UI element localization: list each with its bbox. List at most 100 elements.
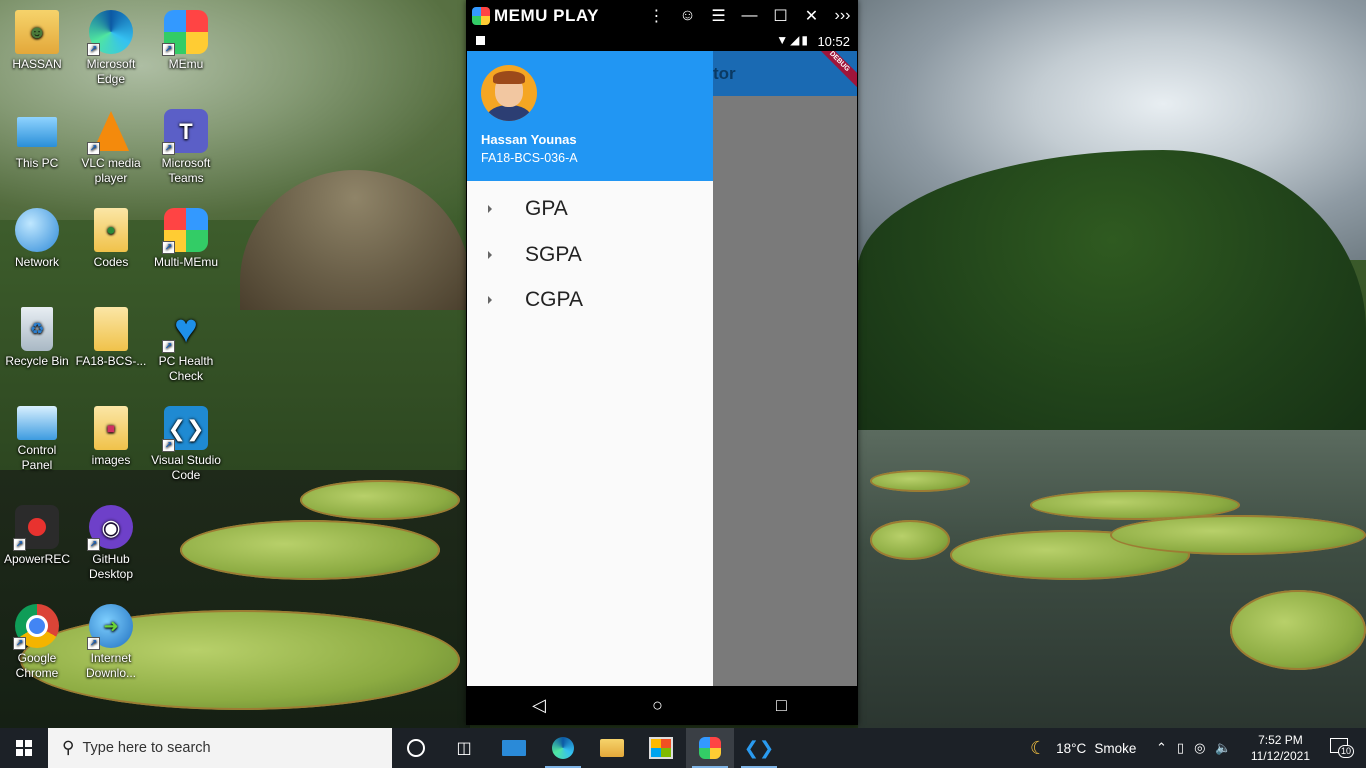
drawer-item-gpa[interactable]: GPA: [467, 187, 713, 231]
chrome-icon: ↗: [13, 604, 59, 650]
heart-pulse-icon: ♥ ↗: [162, 307, 208, 353]
recents-icon[interactable]: □: [776, 695, 787, 716]
user-folder-icon: ☻: [15, 10, 59, 54]
wallpaper-forest: [858, 150, 1366, 450]
lily-pad: [1230, 590, 1366, 670]
desktop-icon-idm[interactable]: ➜ ↗ Internet Downlo...: [75, 604, 147, 681]
desktop-icon-label: FA18-BCS-...: [75, 354, 147, 368]
desktop-icon-label: MEmu: [168, 57, 204, 71]
arrow-right-icon: [488, 205, 492, 213]
search-placeholder: Type here to search: [82, 740, 211, 756]
task-view-button[interactable]: ◫: [440, 728, 488, 768]
edge-icon: ↗: [87, 10, 133, 56]
more-vert-icon[interactable]: ⋮: [641, 0, 672, 31]
desktop-icon-network[interactable]: Network: [1, 208, 73, 270]
task-view-icon: ◫: [456, 740, 472, 757]
cortana-circle-icon: [407, 739, 425, 757]
android-screen[interactable]: tor DEBUG Hassan Younas FA18-BCS-036-A G…: [467, 51, 857, 686]
volume-muted-icon[interactable]: 🔈: [1215, 740, 1231, 756]
memu-title-bar[interactable]: MEMU PLAY ⋮ ☺ ☰ — ☐ ✕ ›››: [466, 0, 858, 31]
minimize-icon[interactable]: —: [734, 0, 765, 31]
notification-center-button[interactable]: 10: [1330, 736, 1355, 758]
desktop-icon-label: Recycle Bin: [5, 354, 69, 368]
desktop-icon-label: Control Panel: [17, 443, 57, 472]
desktop-icon-pc-health-check[interactable]: ♥ ↗ PC Health Check: [150, 307, 222, 384]
network-globe-icon: [15, 208, 59, 252]
desktop-icon-vscode[interactable]: ❮❯ ↗ Visual Studio Code: [150, 406, 222, 483]
memu-window[interactable]: MEMU PLAY ⋮ ☺ ☰ — ☐ ✕ ››› ▼◢▮ 10:52 tor …: [466, 0, 858, 725]
desktop-icon-codes[interactable]: ● Codes: [75, 208, 147, 270]
desktop-icon-label: VLC media player: [81, 156, 141, 185]
debug-banner: DEBUG: [807, 51, 857, 94]
taskbar-clock[interactable]: 7:52 PM 11/12/2021: [1251, 732, 1310, 764]
teams-icon: T ↗: [162, 109, 208, 155]
lily-pad: [870, 520, 950, 560]
moon-icon: ☾: [1030, 737, 1047, 758]
taskbar-edge[interactable]: [539, 728, 587, 768]
expand-sidebar-icon[interactable]: ›››: [827, 0, 858, 31]
menu-icon[interactable]: ☰: [703, 0, 734, 31]
desktop-icon-label: Codes: [93, 255, 129, 269]
drawer-item-cgpa[interactable]: CGPA: [467, 278, 713, 322]
status-time: 10:52: [817, 34, 850, 49]
memu-title: MEMU PLAY: [494, 5, 599, 25]
desktop-icon-images[interactable]: ■ images: [75, 406, 147, 468]
android-nav-bar: ◁ ○ □: [466, 686, 858, 725]
desktop-icon-user-folder[interactable]: ☻ HASSAN: [1, 10, 73, 72]
desktop-icon-teams[interactable]: T ↗ Microsoft Teams: [150, 109, 222, 186]
account-icon[interactable]: ☺: [672, 0, 703, 31]
vscode-icon: ❮❯: [743, 737, 775, 758]
taskbar-store[interactable]: [637, 728, 685, 768]
avatar-hair: [493, 71, 525, 84]
desktop-icon-label: Multi-MEmu: [153, 255, 218, 269]
system-tray: ⌃ ▯ ◎ 🔈: [1156, 728, 1232, 768]
desktop-icon-vlc[interactable]: ↗ VLC media player: [75, 109, 147, 186]
desktop-icon-chrome[interactable]: ↗ Google Chrome: [1, 604, 73, 681]
drawer-header: Hassan Younas FA18-BCS-036-A: [467, 51, 713, 181]
desktop-icon-this-pc[interactable]: This PC: [1, 109, 73, 171]
cortana-button[interactable]: [392, 728, 440, 768]
memu-logo-icon: [472, 6, 490, 25]
home-icon[interactable]: ○: [652, 695, 663, 716]
desktop-icon-memu[interactable]: ↗ MEmu: [150, 10, 222, 72]
store-bag-icon: [649, 737, 673, 759]
arrow-right-icon: [488, 296, 492, 304]
desktop-icon-label: Microsoft Teams: [161, 156, 211, 185]
memu-logo: MEMU PLAY: [472, 6, 599, 26]
taskbar-search[interactable]: ⚲ Type here to search: [48, 728, 392, 768]
desktop-icon-label: Visual Studio Code: [151, 453, 221, 482]
start-button[interactable]: [0, 728, 48, 768]
navigation-drawer[interactable]: Hassan Younas FA18-BCS-036-A GPA SGPA CG…: [467, 51, 713, 686]
desktop-icon-edge[interactable]: ↗ Microsoft Edge: [75, 10, 147, 87]
taskbar-mail[interactable]: [490, 728, 538, 768]
desktop-icon-recycle-bin[interactable]: ♻ Recycle Bin: [1, 307, 73, 369]
desktop-icon-control-panel[interactable]: Control Panel: [1, 406, 73, 473]
avatar[interactable]: [481, 65, 537, 121]
desktop-icon-label: GitHub Desktop: [88, 552, 134, 581]
vlc-cone-icon: ↗: [87, 109, 133, 155]
desktop-icon-multi-memu[interactable]: ↗ Multi-MEmu: [150, 208, 222, 270]
maximize-icon[interactable]: ☐: [765, 0, 796, 31]
desktop-icon-github-desktop[interactable]: ◉ ↗ GitHub Desktop: [75, 505, 147, 582]
multi-memu-icon: ↗: [162, 208, 208, 254]
taskbar-vscode[interactable]: ❮❯: [735, 728, 783, 768]
edge-icon: [552, 737, 574, 759]
desktop-icon-label: This PC: [15, 156, 59, 170]
desktop-icon-label: HASSAN: [12, 57, 62, 71]
lily-pad: [180, 520, 440, 580]
desktop-icon-label: Microsoft Edge: [86, 57, 136, 86]
desktop-icon-fa18-folder[interactable]: FA18-BCS-...: [75, 307, 147, 369]
chevron-up-icon[interactable]: ⌃: [1156, 740, 1167, 756]
taskbar-file-explorer[interactable]: [588, 728, 636, 768]
weather-widget[interactable]: ☾ 18°C Smoke: [1030, 728, 1136, 768]
battery-icon[interactable]: ▯: [1177, 740, 1184, 756]
taskbar-memu[interactable]: [686, 728, 734, 768]
network-globe-icon[interactable]: ◎: [1194, 740, 1205, 756]
desktop-icon-apowerrec[interactable]: ↗ ApowerREC: [1, 505, 73, 567]
clock-date: 11/12/2021: [1250, 749, 1310, 763]
github-icon: ◉ ↗: [87, 505, 133, 551]
notification-icon: [476, 36, 485, 45]
back-icon[interactable]: ◁: [532, 695, 546, 716]
drawer-item-sgpa[interactable]: SGPA: [467, 233, 713, 277]
close-icon[interactable]: ✕: [796, 0, 827, 31]
